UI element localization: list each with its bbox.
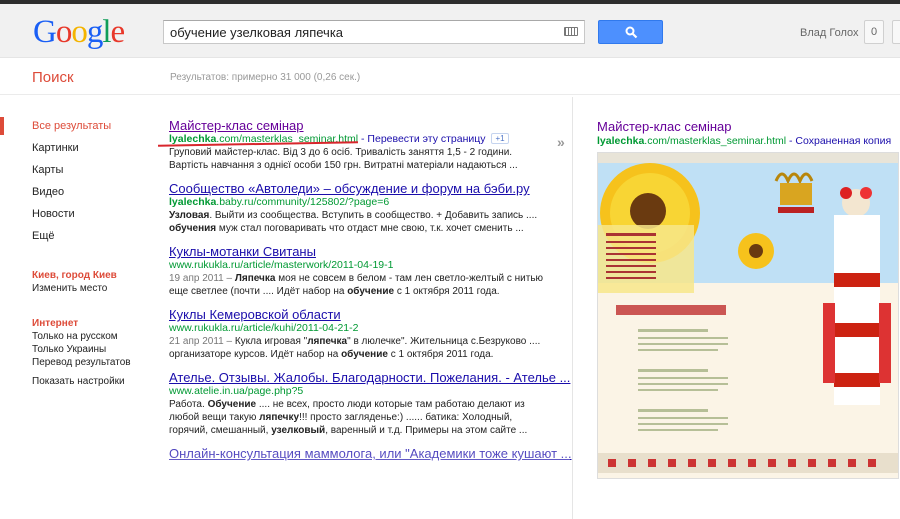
result-url-domain: lyalechka [169,196,217,208]
plus-one-button[interactable]: +1 [491,133,509,144]
search-button[interactable] [598,20,663,44]
preview-screenshot[interactable] [597,152,899,479]
nav-maps[interactable]: Карты [0,159,150,181]
user-name[interactable]: Влад Голох [800,27,858,39]
preview-url: lyalechka.com/masterklas_seminar.html - … [597,135,891,147]
snippet-bold: Узловая [169,210,210,221]
search-icon [625,26,638,39]
nav-images[interactable]: Картинки [0,137,150,159]
preview-url-path: .com/masterklas_seminar.html [644,135,787,147]
result-url: www.rukukla.ru/article/kuhi/2011-04-21-2 [169,322,359,334]
filter-translate[interactable]: Перевод результатов [32,356,131,369]
result-url: lyalechka.baby.ru/community/125802/?page… [169,196,549,209]
google-logo[interactable]: Google [33,14,125,51]
result-item: Онлайн-консультация маммолога, или "Акад… [169,446,572,474]
result-title[interactable]: Куклы-мотанки Свитаны [169,244,549,259]
preview-page-image [598,153,898,478]
result-snippet: Узловая. Выйти из сообщества. Вступить в… [169,209,549,235]
snippet-bold: обучение [347,286,395,297]
result-url-faded [169,461,549,474]
snippet-bold: узелковый [271,425,326,436]
nav-video[interactable]: Видео [0,181,150,203]
search-input[interactable] [164,21,554,43]
translate-link[interactable]: - Перевести эту страницу [361,133,486,145]
header: Google Влад Голох 0 [0,4,900,58]
snippet-bold: ляпечку [259,412,300,423]
search-box [163,20,585,44]
snippet-text: муж стал поговаривать что отдаст мне сво… [216,223,524,234]
result-title[interactable]: Онлайн-консультация маммолога, или "Акад… [169,446,572,461]
snippet-bold: обучение [341,349,388,360]
result-snippet: 21 апр 2011 – Кукла игровая "ляпечка" в … [169,335,549,361]
snippet-text: с 1 октября 2011 года. [394,286,500,297]
result-item: Ателье. Отзывы. Жалобы. Благодарности. П… [169,370,570,437]
result-snippet: Работа. Обучение .... не всех, просто лю… [169,398,549,437]
filter-group: Интернет Только на русском Только Украин… [32,317,131,388]
snippet-text: с 1 октября 2011 года. [387,349,494,360]
result-title[interactable]: Майстер-клас семінар [169,118,549,133]
preview-chevron-icon[interactable]: » [557,134,565,150]
result-stats: Результатов: примерно 31 000 (0,26 сек.) [170,72,361,83]
preview-title[interactable]: Майстер-клас семінар [597,119,732,134]
result-url: www.rukukla.ru/article/masterwork/2011-0… [169,259,394,271]
result-snippet: Груповий майстер-клас. Від 3 до 6 осіб. … [169,147,518,171]
result-snippet: 19 апр 2011 – Ляпечка моя не совсем в бе… [169,272,549,298]
nav-more[interactable]: Ещё [0,225,150,247]
keyboard-icon[interactable] [564,27,578,36]
result-title[interactable]: Ателье. Отзывы. Жалобы. Благодарности. П… [169,370,570,385]
snippet-bold: ляпечка [307,336,348,347]
location-title: Киев, город Киев [32,270,117,281]
filter-title[interactable]: Интернет [32,317,131,330]
snippet-text: . Выйти из сообщества. Вступить в сообще… [209,210,538,221]
left-nav: Все результаты Картинки Карты Видео Ново… [0,115,150,247]
result-date: 21 апр 2011 – [169,336,233,347]
snippet-bold: Ляпечка [234,273,276,284]
snippet-text: , варенный и т.д. Примеры на этом сайте … [325,425,528,436]
snippet-text: Работа. [169,399,208,410]
result-title[interactable]: Сообщество «Автоледи» – обсуждение и фор… [169,181,549,196]
result-url: www.atelie.in.ua/page.php?5 [169,385,304,397]
result-item: Куклы Кемеровской области www.rukukla.ru… [169,307,549,361]
nav-all-results[interactable]: Все результаты [0,115,150,137]
result-title[interactable]: Куклы Кемеровской области [169,307,549,322]
results-list: Майстер-клас семінар lyalechka.com/maste… [169,118,572,483]
result-url-path: .baby.ru/community/125802/?page=6 [216,196,390,208]
page-title: Поиск [32,69,74,86]
notification-count[interactable]: 0 [864,20,884,44]
preview-url-domain: lyalechka [597,135,645,147]
instant-preview: Майстер-клас семінар lyalechka.com/maste… [573,97,900,519]
result-item: Куклы-мотанки Свитаны www.rukukla.ru/art… [169,244,549,298]
filter-russian[interactable]: Только на русском [32,330,131,343]
change-location-link[interactable]: Изменить место [32,282,117,295]
location-group: Киев, город Киев Изменить место [32,269,117,295]
share-button[interactable] [892,20,900,44]
snippet-bold: обучения [169,223,217,234]
snippet-bold: Обучение [207,399,257,410]
nav-news[interactable]: Новости [0,203,150,225]
snippet-text: Кукла игровая " [232,336,308,347]
cached-link[interactable]: - Сохраненная копия [789,135,891,147]
result-item: Сообщество «Автоледи» – обсуждение и фор… [169,181,549,235]
show-settings-link[interactable]: Показать настройки [32,375,131,388]
subbar: Поиск Результатов: примерно 31 000 (0,26… [0,59,900,95]
filter-ukraine[interactable]: Только Украины [32,343,131,356]
result-date: 19 апр 2011 – [169,273,233,284]
